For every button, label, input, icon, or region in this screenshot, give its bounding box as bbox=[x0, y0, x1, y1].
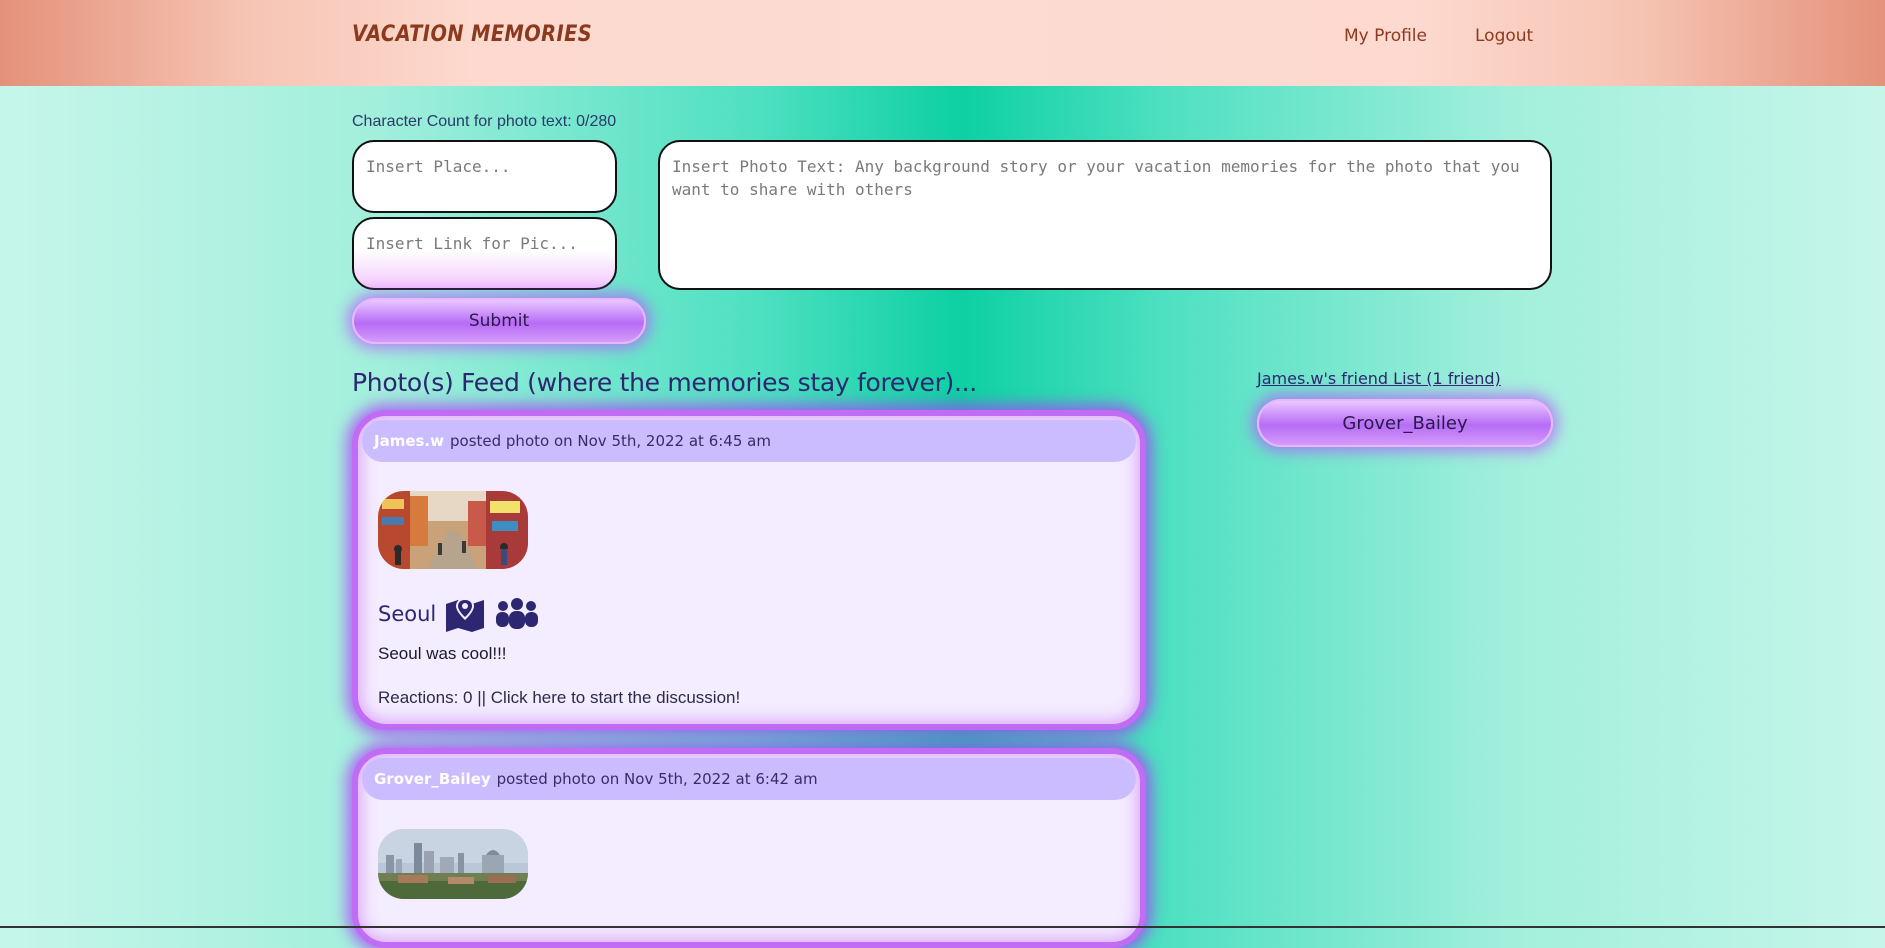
post-photo[interactable] bbox=[378, 829, 528, 899]
post-header: James.w posted photo on Nov 5th, 2022 at… bbox=[362, 420, 1136, 462]
reactions-discussion-link[interactable]: Reactions: 0 || Click here to start the … bbox=[378, 688, 740, 708]
post-header: Grover_Bailey posted photo on Nov 5th, 2… bbox=[362, 758, 1136, 800]
submit-button[interactable]: Submit bbox=[352, 298, 646, 344]
map-marked-icon bbox=[446, 598, 485, 632]
photo-post: James.w posted photo on Nov 5th, 2022 at… bbox=[352, 410, 1146, 730]
nav-my-profile[interactable]: My Profile bbox=[1344, 26, 1427, 46]
feed-title: Photo(s) Feed (where the memories stay f… bbox=[352, 368, 977, 397]
nav-logout[interactable]: Logout bbox=[1475, 26, 1533, 46]
post-photo[interactable] bbox=[378, 491, 528, 569]
picture-link-input[interactable]: Insert Link for Pic... bbox=[352, 217, 617, 290]
post-meta: posted photo on Nov 5th, 2022 at 6:45 am bbox=[450, 432, 771, 450]
photo-text-input[interactable]: Insert Photo Text: Any background story … bbox=[658, 140, 1552, 290]
photo-post: Grover_Bailey posted photo on Nov 5th, 2… bbox=[352, 748, 1146, 948]
post-username[interactable]: James.w bbox=[374, 432, 444, 450]
friend-item-button[interactable]: Grover_Bailey bbox=[1257, 399, 1553, 447]
post-username[interactable]: Grover_Bailey bbox=[374, 770, 491, 788]
brand-logo[interactable]: VACATION MEMORIES bbox=[352, 22, 592, 47]
post-caption: Seoul was cool!!! bbox=[378, 644, 507, 663]
friend-list-title[interactable]: James.w's friend List (1 friend) bbox=[1257, 369, 1501, 388]
place-input[interactable]: Insert Place... bbox=[352, 140, 617, 213]
character-count: Character Count for photo text: 0/280 bbox=[352, 113, 617, 130]
post-place: Seoul bbox=[378, 596, 540, 632]
top-navbar: VACATION MEMORIES My Profile Logout bbox=[0, 0, 1885, 86]
group-people-icon bbox=[496, 598, 539, 629]
post-meta: posted photo on Nov 5th, 2022 at 6:42 am bbox=[496, 770, 818, 788]
post-place-label: Seoul bbox=[378, 602, 437, 626]
